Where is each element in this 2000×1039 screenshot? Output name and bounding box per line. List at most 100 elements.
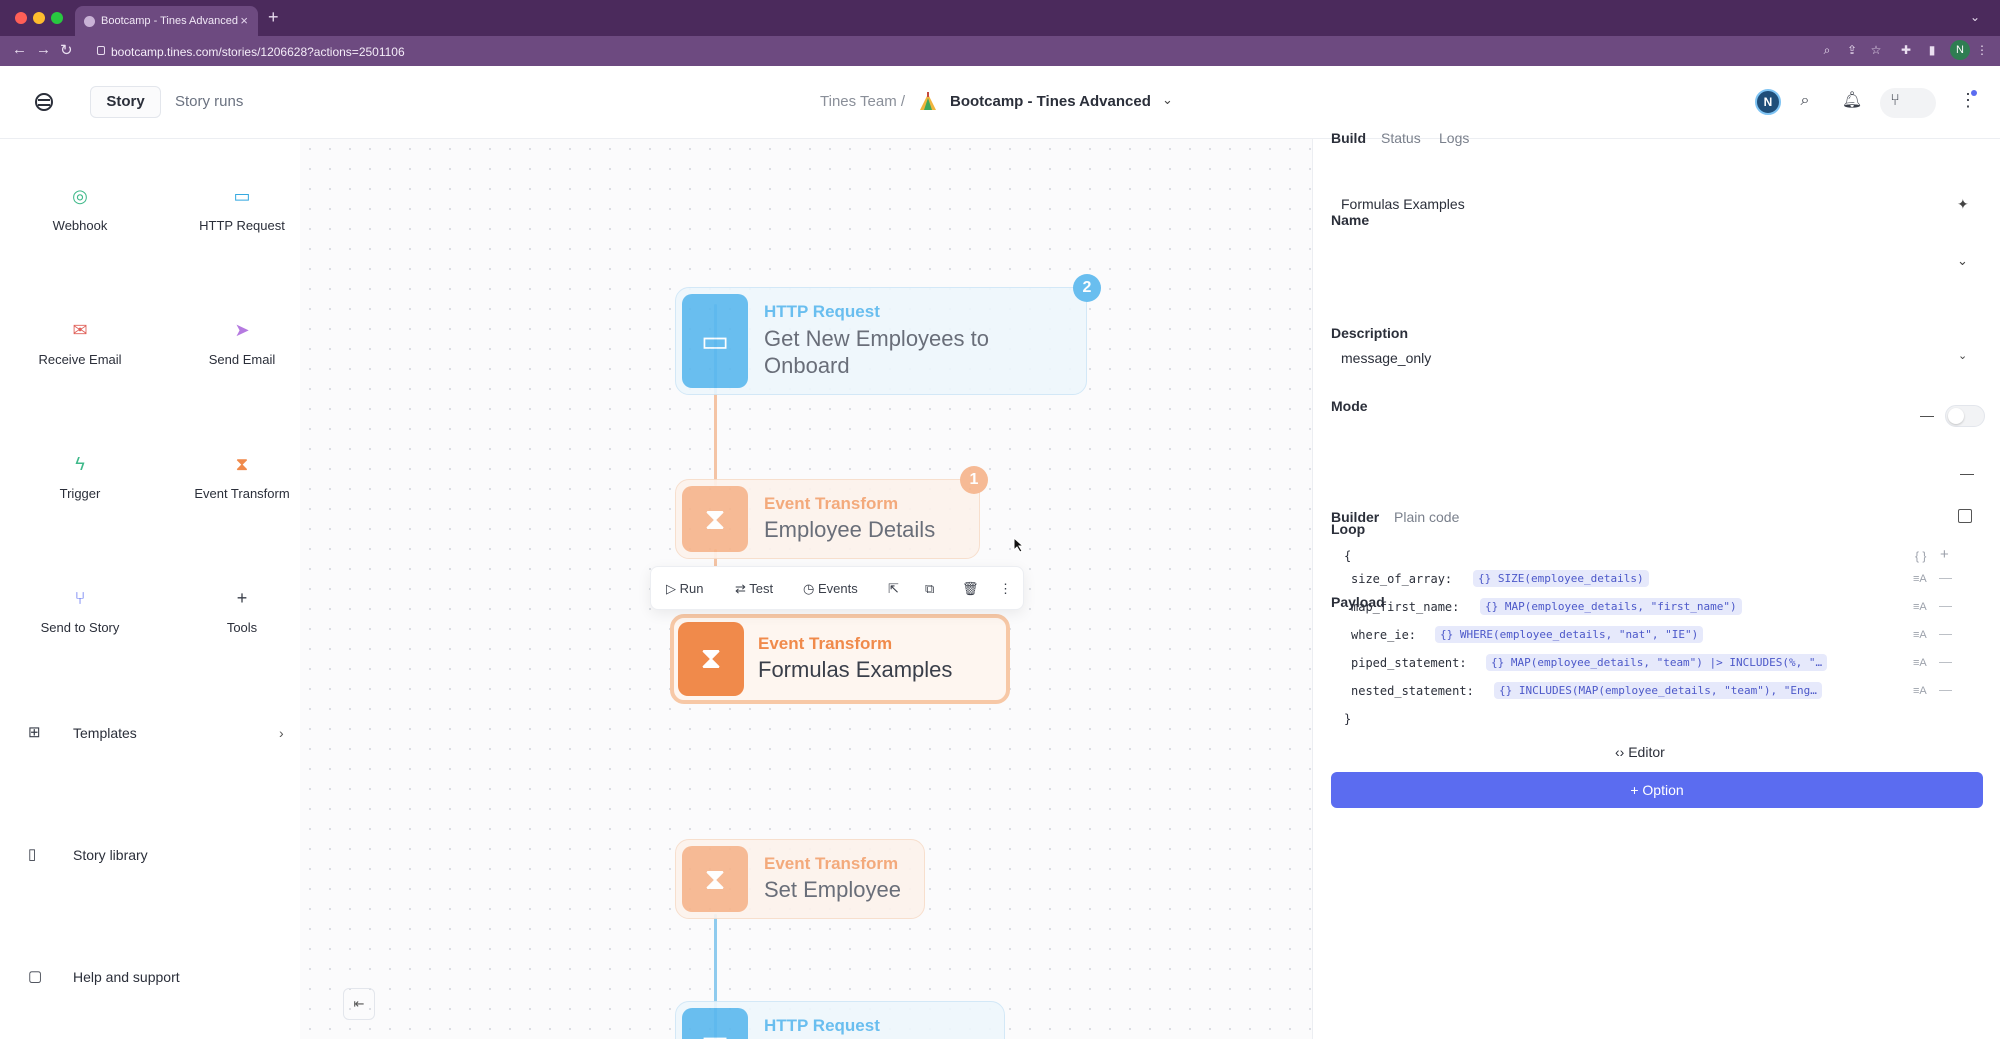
duplicate-icon[interactable]: ⧉ bbox=[925, 581, 934, 597]
tool-tools[interactable]: + Tools bbox=[162, 587, 322, 637]
tab-logs[interactable]: Logs bbox=[1439, 130, 1469, 146]
sidepanel-icon[interactable]: ▮ bbox=[1925, 43, 1939, 57]
minus-icon[interactable]: — bbox=[1939, 654, 1952, 669]
close-window-button[interactable] bbox=[15, 12, 27, 24]
lock-icon bbox=[97, 46, 105, 55]
reload-icon[interactable]: ↻ bbox=[60, 41, 73, 59]
minus-icon[interactable]: — bbox=[1920, 407, 1934, 423]
payload-key[interactable]: map_first_name: bbox=[1351, 600, 1459, 614]
chevron-down-icon[interactable]: ⌄ bbox=[1162, 92, 1173, 108]
action-node-event-transform[interactable]: ⧗ Event Transform Set Employee bbox=[675, 839, 925, 919]
maximize-window-button[interactable] bbox=[51, 12, 63, 24]
node-type: HTTP Request bbox=[764, 1016, 880, 1035]
minus-icon[interactable]: — bbox=[1939, 570, 1952, 585]
copy-icon[interactable] bbox=[1958, 509, 1972, 523]
format-icon[interactable]: ≡A bbox=[1913, 573, 1927, 585]
mode-select[interactable]: message_only bbox=[1341, 350, 1431, 366]
tool-webhook[interactable]: ◎ Webhook bbox=[0, 185, 160, 235]
breadcrumb-team[interactable]: Tines Team / bbox=[820, 93, 905, 110]
url-field[interactable]: bootcamp.tines.com/stories/1206628?actio… bbox=[84, 40, 1964, 62]
trash-icon[interactable]: 🗑︎ bbox=[962, 581, 979, 597]
formula-chip[interactable]: {} MAP(employee_details, "team") |> INCL… bbox=[1486, 654, 1828, 671]
tool-http-request[interactable]: ▭ HTTP Request bbox=[162, 185, 322, 235]
sidebar-item-story-library[interactable]: ▯ Story library bbox=[28, 846, 290, 867]
more-actions-icon[interactable]: ⋮ bbox=[999, 581, 1012, 597]
sidebar-item-templates[interactable]: ⊞ Templates › bbox=[28, 724, 290, 745]
tool-trigger[interactable]: ϟ Trigger bbox=[0, 453, 160, 503]
tines-logo-icon[interactable] bbox=[35, 93, 53, 111]
editor-button[interactable]: ‹› Editor bbox=[1615, 744, 1665, 760]
new-tab-icon[interactable]: + bbox=[268, 7, 279, 28]
grid-icon: ⊞ bbox=[28, 724, 41, 741]
chevron-down-icon[interactable]: ⌄ bbox=[1957, 253, 1968, 269]
close-tab-icon[interactable]: × bbox=[240, 13, 248, 28]
tab-plain-code[interactable]: Plain code bbox=[1394, 509, 1459, 525]
formula-chip[interactable]: {} WHERE(employee_details, "nat", "IE") bbox=[1435, 626, 1704, 643]
bell-icon[interactable]: 🔔︎ bbox=[1841, 90, 1863, 112]
description-label[interactable]: Description bbox=[1331, 325, 1408, 341]
minimize-window-button[interactable] bbox=[33, 12, 45, 24]
name-input[interactable]: Formulas Examples bbox=[1341, 196, 1465, 212]
payload-key[interactable]: nested_statement: bbox=[1351, 684, 1474, 698]
extensions-icon[interactable]: ✚ bbox=[1899, 43, 1913, 57]
tool-receive-email[interactable]: ✉ Receive Email bbox=[0, 319, 160, 369]
tool-send-email[interactable]: ➤ Send Email bbox=[162, 319, 322, 369]
tool-event-transform[interactable]: ⧗ Event Transform bbox=[162, 453, 322, 503]
formula-icon[interactable]: { } bbox=[1915, 549, 1926, 563]
run-button[interactable]: ▷ Run bbox=[666, 581, 703, 597]
node-type: Event Transform bbox=[764, 854, 899, 873]
formula-chip[interactable]: {} MAP(employee_details, "first_name") bbox=[1480, 598, 1742, 615]
tab-story-runs[interactable]: Story runs bbox=[175, 93, 243, 110]
loop-toggle[interactable] bbox=[1945, 405, 1985, 427]
payload-key[interactable]: where_ie: bbox=[1351, 628, 1416, 642]
minus-icon[interactable]: — bbox=[1939, 626, 1952, 641]
tab-search-chevron-icon[interactable]: ⌄ bbox=[1970, 10, 1980, 24]
forward-arrow-icon[interactable]: → bbox=[36, 41, 51, 58]
sidebar-item-label: Templates bbox=[73, 725, 137, 741]
add-key-icon[interactable]: + bbox=[1940, 546, 1949, 563]
export-icon[interactable]: ⇱ bbox=[888, 581, 899, 597]
plus-icon: + bbox=[236, 588, 248, 608]
user-avatar[interactable]: N bbox=[1755, 89, 1781, 115]
minus-icon[interactable]: — bbox=[1960, 465, 1974, 481]
test-button[interactable]: ⇄ Test bbox=[735, 581, 773, 597]
zoom-icon[interactable]: ⌕ bbox=[1820, 43, 1834, 57]
action-node-event-transform[interactable]: ⧗ Event Transform Employee Details 1 bbox=[675, 466, 988, 559]
payload-key[interactable]: size_of_array: bbox=[1351, 572, 1452, 586]
format-icon[interactable]: ≡A bbox=[1913, 601, 1927, 613]
tab-story[interactable]: Story bbox=[90, 86, 161, 118]
sidebar-item-help[interactable]: ▢ Help and support bbox=[28, 968, 290, 989]
bolt-icon: ϟ bbox=[75, 454, 85, 474]
formula-chip[interactable]: {} INCLUDES(MAP(employee_details, "team"… bbox=[1494, 682, 1822, 699]
share-icon[interactable]: ⇪ bbox=[1845, 43, 1859, 57]
node-type: Event Transform bbox=[764, 494, 899, 513]
format-icon[interactable]: ≡A bbox=[1913, 657, 1927, 669]
browser-profile-avatar[interactable]: N bbox=[1950, 40, 1970, 60]
action-node-event-transform-selected[interactable]: ⧗ Event Transform Formulas Examples bbox=[670, 614, 1010, 704]
chevron-down-icon[interactable]: ⌄ bbox=[1958, 349, 1967, 362]
sidebar-item-label: Story library bbox=[73, 847, 148, 863]
payload-key[interactable]: piped_statement: bbox=[1351, 656, 1467, 670]
events-button[interactable]: ◷ Events bbox=[803, 581, 858, 597]
collapse-sidebar-button[interactable]: ⇤ bbox=[343, 988, 375, 1020]
add-option-button[interactable]: + Option bbox=[1331, 772, 1983, 808]
search-icon[interactable]: ⌕ bbox=[1794, 90, 1816, 112]
action-node-http-request[interactable]: ▭ HTTP Request bbox=[675, 1001, 1005, 1039]
tool-label: Tools bbox=[226, 620, 258, 635]
format-icon[interactable]: ≡A bbox=[1913, 685, 1927, 697]
tab-status[interactable]: Status bbox=[1381, 130, 1421, 146]
action-node-http-request[interactable]: ▭ HTTP Request Get New Employees to Onbo… bbox=[675, 274, 1101, 395]
back-arrow-icon[interactable]: ← bbox=[12, 41, 27, 58]
formula-chip[interactable]: {} SIZE(employee_details) bbox=[1473, 570, 1649, 587]
story-title[interactable]: Bootcamp - Tines Advanced bbox=[950, 93, 1151, 110]
format-icon[interactable]: ≡A bbox=[1913, 629, 1927, 641]
minus-icon[interactable]: — bbox=[1939, 598, 1952, 613]
tool-send-to-story[interactable]: ⑂ Send to Story bbox=[0, 587, 160, 637]
browser-menu-icon[interactable]: ⋮ bbox=[1975, 43, 1989, 57]
star-icon[interactable]: ☆ bbox=[1869, 43, 1883, 57]
tab-builder[interactable]: Builder bbox=[1331, 509, 1379, 525]
minus-icon[interactable]: — bbox=[1939, 682, 1952, 697]
browser-tab[interactable]: Bootcamp - Tines Advanced × bbox=[75, 6, 258, 36]
sparkle-icon[interactable]: ✦ bbox=[1957, 196, 1969, 213]
tab-build[interactable]: Build bbox=[1331, 130, 1366, 146]
